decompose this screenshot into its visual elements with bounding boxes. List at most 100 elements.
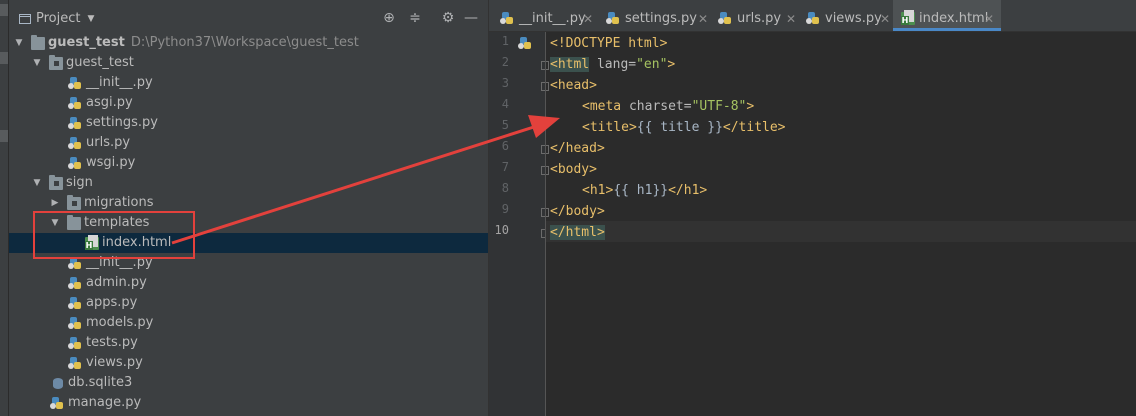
package-folder-icon: [67, 195, 81, 210]
python-file-icon: [68, 77, 83, 90]
tree-item-label: urls.py: [86, 135, 131, 150]
close-icon[interactable]: ✕: [880, 0, 890, 38]
python-file-icon: [68, 317, 83, 330]
locate-icon[interactable]: ⊕: [380, 9, 398, 27]
close-icon[interactable]: ✕: [786, 0, 796, 38]
expand-arrow-icon[interactable]: ▼: [13, 33, 25, 53]
project-title: Project: [36, 11, 81, 26]
line-number: 4: [501, 97, 509, 111]
python-file-icon: [68, 117, 83, 130]
expand-arrow-icon[interactable]: ▶: [49, 193, 61, 213]
code-line: <meta charset="UTF-8">: [582, 99, 755, 114]
expand-arrow-icon[interactable]: ▼: [31, 173, 43, 193]
line-number: 5: [501, 118, 509, 132]
expand-arrow-icon[interactable]: ▼: [31, 53, 43, 73]
tree-item-label: wsgi.py: [86, 155, 136, 170]
line-number-current: 10: [494, 223, 509, 237]
folder-icon: [31, 35, 45, 50]
line-number: 7: [501, 160, 509, 174]
tree-item-label: guest_test D:\Python37\Workspace\guest_te…: [48, 35, 359, 50]
tree-item-label: tests.py: [86, 335, 138, 350]
collapse-all-icon[interactable]: ≑: [406, 9, 424, 27]
current-line-highlight: [546, 221, 1136, 242]
code-line: <!DOCTYPE html>: [550, 36, 668, 51]
tree-item-file[interactable]: urls.py: [9, 133, 488, 153]
tree-item-label: sign: [66, 175, 93, 190]
line-number-gutter[interactable]: 1 2 3 4 5 6 7 8 9 10: [489, 32, 549, 416]
tree-item-label: asgi.py: [86, 95, 133, 110]
python-file-icon: [606, 12, 621, 25]
tree-item-file[interactable]: apps.py: [9, 293, 488, 313]
tree-item-folder[interactable]: ▼ guest_test: [9, 53, 488, 73]
tree-item-file[interactable]: db.sqlite3: [9, 373, 488, 393]
tab-urls-py[interactable]: urls.py ✕: [711, 0, 799, 31]
line-number: 8: [501, 181, 509, 195]
minimize-icon[interactable]: —: [462, 9, 480, 27]
line-number: 1: [501, 34, 509, 48]
project-panel: Project ▼ ⊕ ≑ ⚙ — ▼ guest_test D:\Python3…: [9, 0, 488, 416]
python-file-icon: [68, 157, 83, 170]
python-file-icon: [68, 137, 83, 150]
tree-item-label: models.py: [86, 315, 154, 330]
tree-item-file[interactable]: settings.py: [9, 113, 488, 133]
tree-item-file[interactable]: models.py: [9, 313, 488, 333]
html-file-icon: H: [901, 10, 915, 25]
code-line: </body>: [550, 204, 605, 219]
close-icon[interactable]: ✕: [984, 0, 994, 38]
python-file-icon: [68, 297, 83, 310]
line-number: 2: [501, 55, 509, 69]
code-line: <h1>{{ h1}}</h1>: [582, 183, 708, 198]
python-file-icon: [68, 277, 83, 290]
python-file-icon: [500, 12, 515, 25]
python-file-icon: [68, 97, 83, 110]
tree-item-folder[interactable]: ▶ migrations: [9, 193, 488, 213]
left-tool-strip[interactable]: [0, 0, 9, 416]
tree-item-file[interactable]: __init__.py: [9, 73, 488, 93]
tab-label: views.py: [825, 11, 882, 26]
line-number: 9: [501, 202, 509, 216]
python-file-icon: [806, 12, 821, 25]
code-line: <title>{{ title }}</title>: [582, 120, 786, 135]
tab-settings-py[interactable]: settings.py ✕: [599, 0, 711, 31]
code-line: </head>: [550, 141, 605, 156]
tree-item-label: migrations: [84, 195, 154, 210]
tree-item-file[interactable]: wsgi.py: [9, 153, 488, 173]
tree-item-label: settings.py: [86, 115, 158, 130]
python-file-icon: [718, 12, 733, 25]
tree-item-label: guest_test: [66, 55, 134, 70]
tree-item-folder[interactable]: ▼ sign: [9, 173, 488, 193]
package-folder-icon: [49, 55, 63, 70]
python-file-icon: [68, 337, 83, 350]
tree-item-label: apps.py: [86, 295, 138, 310]
tree-item-file[interactable]: views.py: [9, 353, 488, 373]
annotation-highlight-box: [33, 211, 195, 259]
close-icon[interactable]: ✕: [698, 0, 708, 38]
database-file-icon: [51, 377, 65, 390]
project-view-selector[interactable]: Project ▼: [19, 11, 94, 26]
tree-item-label: db.sqlite3: [68, 375, 133, 390]
tree-item-file[interactable]: asgi.py: [9, 93, 488, 113]
tab-label: __init__.py: [519, 11, 586, 26]
tab-init-py[interactable]: __init__.py ✕: [493, 0, 599, 31]
project-path: D:\Python37\Workspace\guest_test: [130, 35, 359, 50]
python-file-icon: [68, 357, 83, 370]
tab-label: urls.py: [737, 11, 782, 26]
line-number: 6: [501, 139, 509, 153]
line-number: 3: [501, 76, 509, 90]
tab-label: settings.py: [625, 11, 697, 26]
editor-tab-bar: __init__.py ✕ settings.py ✕ urls.py ✕ vi…: [489, 0, 1136, 32]
gear-icon[interactable]: ⚙: [439, 9, 457, 27]
tree-item-file[interactable]: manage.py: [9, 393, 488, 413]
tab-index-html[interactable]: H index.html ✕: [893, 0, 1001, 31]
tab-views-py[interactable]: views.py ✕: [799, 0, 893, 31]
tree-item-root[interactable]: ▼ guest_test D:\Python37\Workspace\guest_…: [9, 33, 488, 53]
code-line: <body>: [550, 162, 597, 177]
package-folder-icon: [49, 175, 63, 190]
run-gutter-icon[interactable]: [518, 37, 533, 50]
code-line: <head>: [550, 78, 597, 93]
tree-item-file[interactable]: admin.py: [9, 273, 488, 293]
tree-item-file[interactable]: tests.py: [9, 333, 488, 353]
project-panel-header: Project ▼ ⊕ ≑ ⚙ —: [9, 0, 488, 36]
python-file-icon: [50, 397, 65, 410]
tree-item-label: admin.py: [86, 275, 147, 290]
